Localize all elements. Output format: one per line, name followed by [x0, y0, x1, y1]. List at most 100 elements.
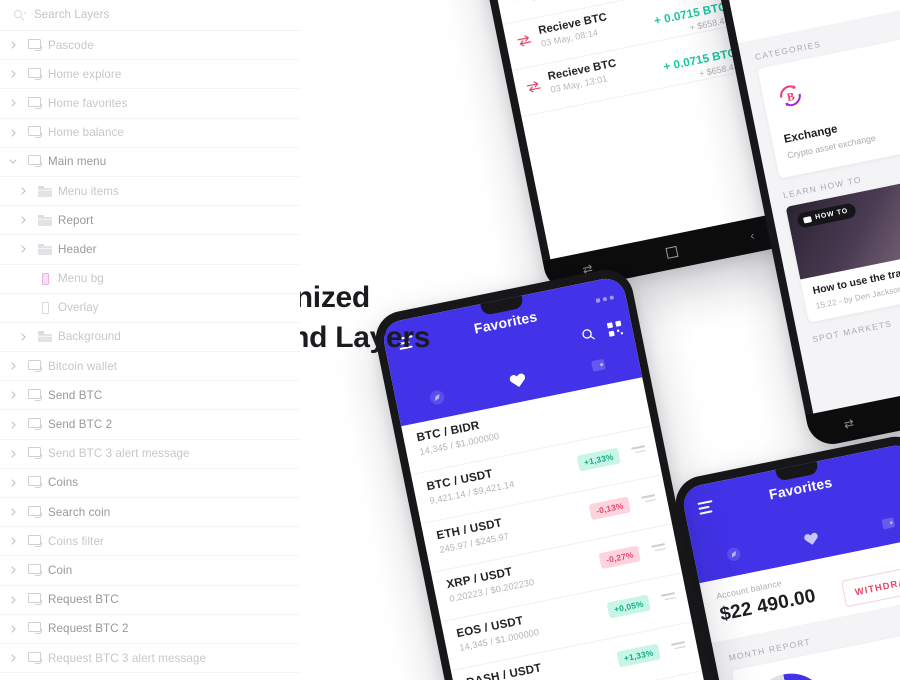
swap-arrows-icon — [517, 35, 532, 47]
chevron-right-icon[interactable] — [4, 99, 22, 108]
layer-row-btc-address[interactable]: BTC Address — [0, 673, 300, 680]
chevron-right-icon[interactable] — [4, 537, 22, 545]
layer-row-header[interactable]: Header — [0, 235, 300, 265]
tab-compass-icon[interactable] — [725, 545, 744, 568]
layer-label: Coin — [48, 563, 73, 577]
chevron-right-icon[interactable] — [4, 391, 22, 399]
layer-row-coins[interactable]: Coins — [0, 468, 300, 498]
folder-icon — [38, 214, 52, 226]
rect-layer-pink-icon — [41, 272, 49, 285]
chevron-right-icon[interactable] — [4, 450, 22, 458]
chevron-right-icon[interactable] — [14, 187, 32, 195]
folder-icon — [38, 243, 52, 255]
layer-label: Home balance — [48, 126, 124, 140]
screen-symbol-icon — [27, 388, 43, 402]
screen-symbol-icon — [27, 622, 43, 635]
layer-label: Background — [58, 330, 121, 344]
tab-heart-icon[interactable] — [803, 530, 821, 552]
screen-symbol-icon — [27, 534, 43, 548]
folder-icon — [38, 185, 52, 197]
screen-symbol-icon — [27, 155, 43, 168]
back-arrow-icon[interactable]: ‹ — [749, 228, 756, 243]
chevron-right-icon[interactable] — [4, 41, 22, 49]
layer-row-pascode[interactable]: Pascode — [0, 31, 300, 61]
screen-symbol-icon — [27, 447, 43, 460]
search-layers-row[interactable]: Search Layers — [0, 0, 300, 31]
layer-row-background[interactable]: Background — [0, 322, 300, 353]
chevron-right-icon[interactable] — [4, 596, 22, 604]
screen-symbol-icon — [27, 359, 43, 373]
layer-label: Menu bg — [58, 272, 104, 286]
chevron-right-icon[interactable] — [4, 654, 22, 662]
screen-symbol-icon — [27, 418, 43, 431]
layer-label: Request BTC — [48, 593, 119, 607]
screen-symbol-icon — [27, 651, 43, 665]
chevron-right-icon[interactable] — [4, 479, 22, 487]
phone-mockup-balance: Favorites Account balance $22 490.00 WIT… — [670, 431, 900, 680]
favorites-screen: Favorites BTC / BIDR 14,345 / $1.000000 … — [380, 275, 718, 680]
chevron-right-icon[interactable] — [4, 566, 22, 575]
layer-row-request-btc-3-alert-message[interactable]: Request BTC 3 alert message — [0, 643, 300, 674]
layer-label: Send BTC 2 — [48, 418, 113, 432]
layer-row-coins-filter[interactable]: Coins filter — [0, 527, 300, 557]
chevron-right-icon[interactable] — [14, 216, 32, 224]
chevron-down-icon[interactable] — [4, 159, 22, 165]
layer-row-report[interactable]: Report — [0, 206, 300, 236]
search-input[interactable]: Search Layers — [34, 9, 109, 21]
tab-wallet-icon[interactable] — [589, 356, 607, 378]
chevron-right-icon[interactable] — [4, 508, 22, 516]
layer-label: Overlay — [58, 301, 99, 315]
layer-label: Main menu — [48, 155, 107, 169]
layer-label: Request BTC 2 — [48, 622, 129, 636]
transaction-list[interactable]: Send BTC11 July, 17:05- 0.043010 BTC- $3… — [465, 0, 751, 118]
screen-symbol-icon — [27, 563, 43, 577]
tab-compass-icon[interactable] — [428, 388, 448, 412]
screen-symbol-icon — [27, 476, 43, 489]
rect-layer-icon — [41, 301, 49, 314]
layer-label: Send BTC — [48, 388, 103, 402]
chevron-right-icon[interactable] — [4, 129, 22, 137]
layer-label: Home explore — [48, 67, 122, 81]
chevron-right-icon[interactable] — [4, 420, 22, 429]
layer-row-coin[interactable]: Coin — [0, 556, 300, 586]
chevron-right-icon[interactable] — [4, 625, 22, 633]
layer-row-request-btc[interactable]: Request BTC — [0, 585, 300, 615]
layer-row-send-btc-3-alert-message[interactable]: Send BTC 3 alert message — [0, 439, 300, 469]
layer-label: Menu items — [58, 184, 119, 198]
screen-symbol-icon — [27, 96, 43, 110]
screen-symbol-icon — [27, 505, 43, 519]
layer-row-request-btc-2[interactable]: Request BTC 2 — [0, 614, 300, 644]
search-icon[interactable] — [580, 326, 596, 346]
layer-row-main-menu[interactable]: Main menu — [0, 147, 300, 177]
layer-row-overlay[interactable]: Overlay — [0, 293, 300, 323]
layer-row-bitcoin-wallet[interactable]: Bitcoin wallet — [0, 352, 300, 382]
recents-icon[interactable]: ⇄ — [843, 416, 856, 432]
chevron-right-icon[interactable] — [4, 70, 22, 78]
home-square-icon[interactable] — [664, 245, 678, 259]
qr-code-icon[interactable] — [606, 320, 625, 341]
layer-label: Home favorites — [48, 96, 128, 110]
layer-row-send-btc[interactable]: Send BTC — [0, 381, 300, 411]
screen-symbol-icon — [27, 593, 43, 606]
swap-arrows-icon — [510, 0, 522, 1]
layer-row-home-balance[interactable]: Home balance — [0, 118, 300, 148]
chevron-right-icon[interactable] — [14, 333, 32, 341]
chevron-right-icon[interactable] — [14, 245, 32, 254]
favorites-list[interactable]: BTC / BIDR 14,345 / $1.000000 BTC / USDT 9,… — [401, 377, 717, 680]
layer-row-search-coin[interactable]: Search coin — [0, 498, 300, 528]
balance-screen: Favorites Account balance $22 490.00 WIT… — [680, 442, 900, 680]
swap-arrows-icon — [516, 32, 532, 47]
layer-label: Coins — [48, 476, 79, 490]
layer-row-menu-bg[interactable]: Menu bg — [0, 264, 300, 294]
layer-row-home-explore[interactable]: Home explore — [0, 60, 300, 90]
layer-label: Coins filter — [48, 534, 104, 548]
layer-label: Report — [58, 213, 94, 227]
layer-row-menu-items[interactable]: Menu items — [0, 176, 300, 207]
layer-list[interactable]: Pascode Home explore Home favorites Home ba… — [0, 31, 300, 680]
tab-heart-icon[interactable] — [508, 372, 529, 395]
video-badge-label: HOW TO — [814, 207, 849, 222]
chevron-right-icon[interactable] — [4, 362, 22, 370]
tab-wallet-icon[interactable] — [880, 515, 897, 535]
layer-row-send-btc-2[interactable]: Send BTC 2 — [0, 410, 300, 440]
layer-row-home-favorites[interactable]: Home favorites — [0, 89, 300, 119]
